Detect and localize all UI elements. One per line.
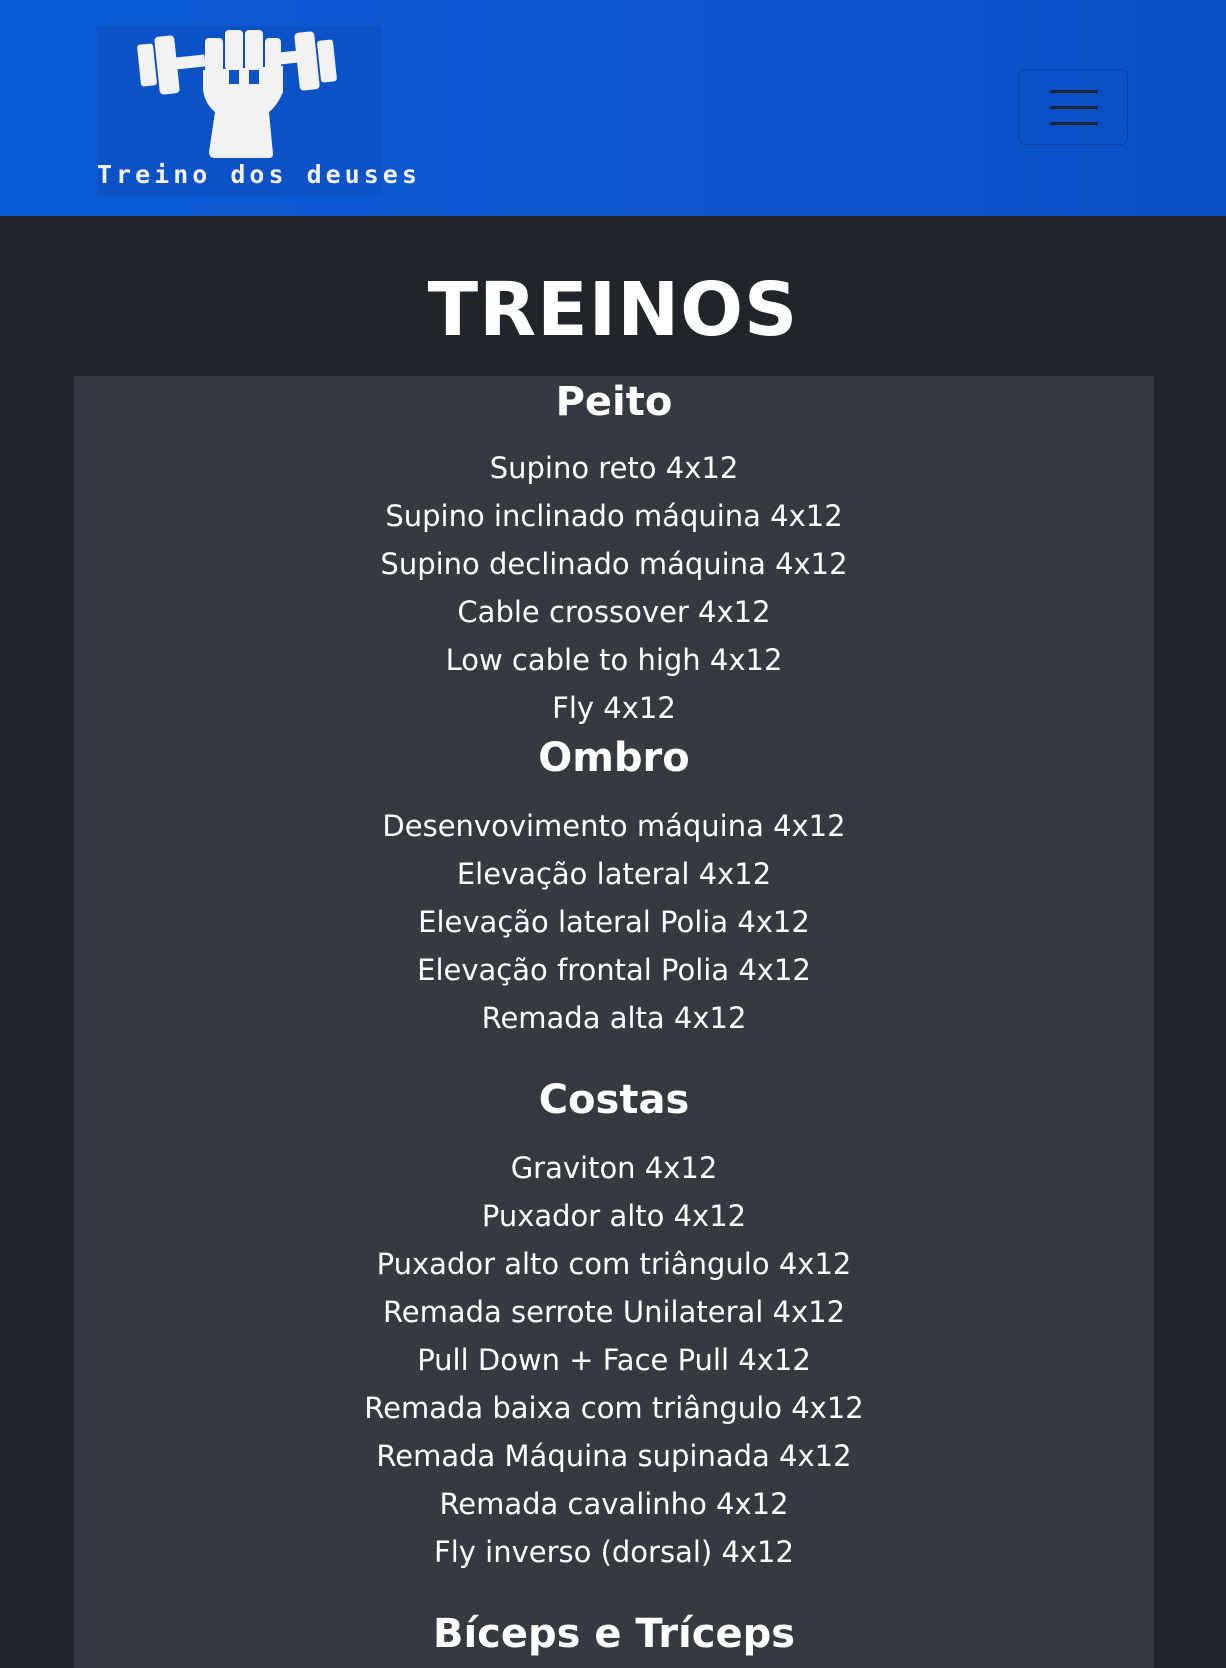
list-item: Puxador alto com triângulo 4x12	[376, 1247, 852, 1281]
list-item: Remada serrote Unilateral 4x12	[382, 1295, 846, 1329]
workouts-panel: Peito Supino reto 4x12 Supino inclinado …	[74, 376, 1154, 1668]
list-item: Supino reto 4x12	[489, 451, 739, 485]
group-title-costas: Costas	[538, 1077, 690, 1123]
list-item: Graviton 4x12	[510, 1151, 718, 1185]
group-title-ombro: Ombro	[538, 735, 690, 781]
list-item: Elevação lateral Polia 4x12	[418, 905, 810, 939]
list-item: Pull Down + Face Pull 4x12	[417, 1343, 811, 1377]
hamburger-line	[1050, 106, 1098, 109]
fist-dumbbell-icon	[137, 30, 337, 158]
list-item: Cable crossover 4x12	[457, 595, 771, 629]
list-item: Puxador alto 4x12	[481, 1199, 747, 1233]
brand-text: Treino dos deuses	[97, 160, 421, 189]
list-item: Remada alta 4x12	[481, 1001, 747, 1035]
navbar: Treino dos deuses	[0, 0, 1226, 216]
page-title: TREINOS	[427, 267, 799, 353]
list-item: Elevação lateral 4x12	[456, 857, 772, 891]
list-item: Fly 4x12	[552, 691, 676, 725]
hamburger-line	[1050, 90, 1098, 93]
hamburger-line	[1050, 122, 1098, 125]
list-item: Remada baixa com triângulo 4x12	[364, 1391, 864, 1425]
group-title-biceps-triceps: Bíceps e Tríceps	[432, 1611, 796, 1657]
brand-logo[interactable]: Treino dos deuses	[97, 26, 421, 196]
group-title-peito: Peito	[555, 379, 673, 425]
list-item: Elevação frontal Polia 4x12	[417, 953, 811, 987]
list-item: Supino declinado máquina 4x12	[380, 547, 848, 581]
navbar-toggle-button[interactable]	[1018, 69, 1128, 145]
list-item: Low cable to high 4x12	[445, 643, 783, 677]
list-item: Supino inclinado máquina 4x12	[385, 499, 843, 533]
list-item: Remada cavalinho 4x12	[439, 1487, 789, 1521]
list-item: Desenvovimento máquina 4x12	[382, 809, 846, 843]
list-item: Remada Máquina supinada 4x12	[376, 1439, 852, 1473]
list-item: Fly inverso (dorsal) 4x12	[434, 1535, 794, 1569]
